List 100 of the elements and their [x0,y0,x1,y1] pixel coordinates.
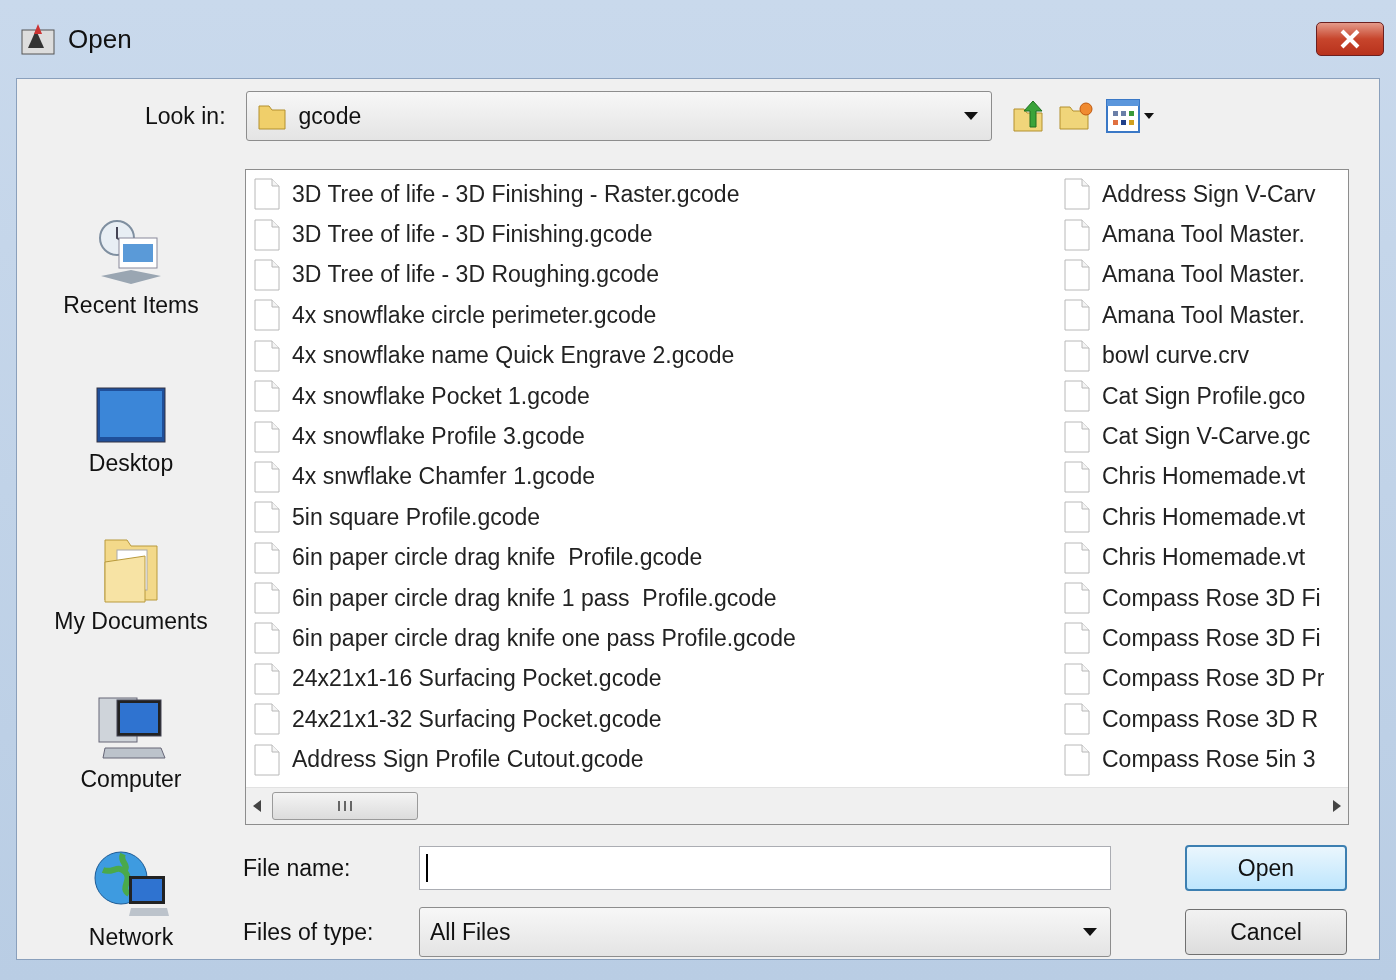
file-item[interactable]: Amana Tool Master. [1064,295,1346,336]
file-item[interactable]: Address Sign Profile Cutout.gcode [254,739,1064,780]
place-label: Computer [80,766,182,793]
file-name: 6in paper circle drag knife one pass Profile.gcode [292,625,796,652]
file-item[interactable]: 4x snowflake name Quick Engrave 2.gcode [254,335,1064,376]
file-item[interactable]: Chris Homemade.vt [1064,497,1346,538]
file-item[interactable]: 6in paper circle drag knife 1 pass Profile.gcode [254,577,1064,619]
file-item[interactable]: Cat Sign Profile.gco [1064,375,1346,417]
file-item[interactable]: 3D Tree of life - 3D Roughing.gcode [254,254,1064,296]
file-item[interactable]: Compass Rose 5in 3 [1064,739,1346,780]
file-item[interactable]: Compass Rose 3D Fi [1064,618,1346,659]
new-folder-icon[interactable] [1057,101,1094,131]
file-name: Compass Rose 5in 3 [1102,746,1316,774]
file-name-field[interactable] [419,846,1111,890]
file-name: 3D Tree of life - 3D Finishing - Raster.gcode [292,180,740,208]
document-icon [1064,501,1090,534]
file-item[interactable]: bowl curve.crv [1064,335,1346,376]
file-item[interactable]: Compass Rose 3D Pr [1064,658,1346,700]
file-name: 4x snwflake Chamfer 1.gcode [292,463,595,491]
monitor-icon [95,386,167,446]
document-icon [254,743,280,776]
document-icon [254,582,280,615]
file-name: 6in paper circle drag knife 1 pass Profile.gcode [292,584,777,612]
file-name-label: File name: [243,854,352,882]
close-button[interactable] [1316,22,1384,56]
file-name: 4x snowflake circle perimeter.gcode [292,301,657,329]
cancel-button[interactable]: Cancel [1185,909,1347,955]
open-button[interactable]: Open [1185,845,1347,891]
file-name: bowl curve.crv [1102,342,1249,370]
file-name: 3D Tree of life - 3D Finishing.gcode [292,221,653,249]
document-icon [1064,662,1090,695]
file-item[interactable]: 4x snowflake Pocket 1.gcode [254,375,1064,417]
window-title: Open [68,23,133,55]
file-item[interactable]: 4x snowflake circle perimeter.gcode [254,295,1064,336]
file-name: Compass Rose 3D R [1102,705,1319,733]
horizontal-scrollbar[interactable] [246,787,1348,824]
sidebar-place[interactable]: Desktop [88,337,174,477]
file-item[interactable]: 3D Tree of life - 3D Finishing.gcode [254,214,1064,255]
sidebar-place[interactable]: My Documents [54,495,208,635]
file-item[interactable]: 24x21x1-32 Surfacing Pocket.gcode [254,699,1064,740]
sidebar-place[interactable]: Recent Items [63,179,199,319]
file-name: Compass Rose 3D Fi [1102,625,1321,652]
up-folder-icon[interactable] [1011,99,1046,133]
file-type-dropdown[interactable]: All Files [419,907,1111,957]
file-name: 4x snowflake name Quick Engrave 2.gcode [292,342,735,370]
sidebar-place[interactable]: Network [88,811,174,951]
look-in-label: Look in: [145,102,226,130]
document-icon [1064,703,1090,736]
document-icon [1064,258,1090,291]
document-icon [1064,339,1090,372]
file-item[interactable]: Amana Tool Master. [1064,214,1346,255]
file-item[interactable]: Address Sign V-Carv [1064,174,1346,215]
file-item[interactable]: Amana Tool Master. [1064,254,1346,296]
sidebar-place[interactable]: Computer [80,653,182,793]
scroll-thumb[interactable] [272,792,418,820]
file-name: 4x snowflake Pocket 1.gcode [292,382,590,410]
file-name: Chris Homemade.vt [1102,544,1306,572]
file-item[interactable]: 3D Tree of life - 3D Finishing - Raster.gcode [254,174,1064,215]
dropdown-caret-icon [962,111,979,121]
document-icon [1064,541,1090,574]
file-name: Chris Homemade.vt [1102,503,1306,531]
document-icon [1064,218,1090,251]
document-icon [254,541,280,574]
place-label: My Documents [54,608,208,635]
document-icon [254,622,280,655]
file-item[interactable]: 24x21x1-16 Surfacing Pocket.gcode [254,658,1064,700]
document-icon [254,339,280,372]
look-in-dropdown[interactable]: gcode [245,91,992,141]
file-item[interactable]: Chris Homemade.vt [1064,537,1346,578]
file-item[interactable]: 4x snowflake Profile 3.gcode [254,416,1064,457]
file-item[interactable]: 6in paper circle drag knife one pass Profile.gcode [254,618,1064,659]
file-name: Compass Rose 3D Pr [1102,665,1325,693]
file-item[interactable]: Compass Rose 3D Fi [1064,577,1346,619]
file-name: Address Sign Profile Cutout.gcode [292,746,644,774]
file-item[interactable]: 5in square Profile.gcode [254,497,1064,538]
document-icon [1064,420,1090,453]
file-name: 5in square Profile.gcode [292,503,541,531]
file-name: 6in paper circle drag knife Profile.gcode [292,544,703,572]
file-name: Amana Tool Master. [1102,221,1305,249]
document-icon [254,258,280,291]
document-icon [254,662,280,695]
document-icon [254,703,280,736]
file-item[interactable]: Chris Homemade.vt [1064,456,1346,498]
file-item[interactable]: Compass Rose 3D R [1064,699,1346,740]
document-icon [254,178,280,211]
view-menu-icon[interactable] [1105,99,1156,133]
close-icon [1338,29,1362,49]
scroll-left-icon [252,799,262,813]
document-icon [254,501,280,534]
file-name: Address Sign V-Carv [1102,180,1316,208]
file-name: Amana Tool Master. [1102,261,1305,289]
file-item[interactable]: Cat Sign V-Carve.gc [1064,416,1346,457]
document-icon [254,380,280,413]
file-name: 4x snowflake Profile 3.gcode [292,423,585,451]
document-icon [1064,622,1090,655]
file-item[interactable]: 6in paper circle drag knife Profile.gcode [254,537,1064,578]
document-icon [254,420,280,453]
file-name: Chris Homemade.vt [1102,463,1306,491]
document-icon [1064,460,1090,493]
file-item[interactable]: 4x snwflake Chamfer 1.gcode [254,456,1064,498]
